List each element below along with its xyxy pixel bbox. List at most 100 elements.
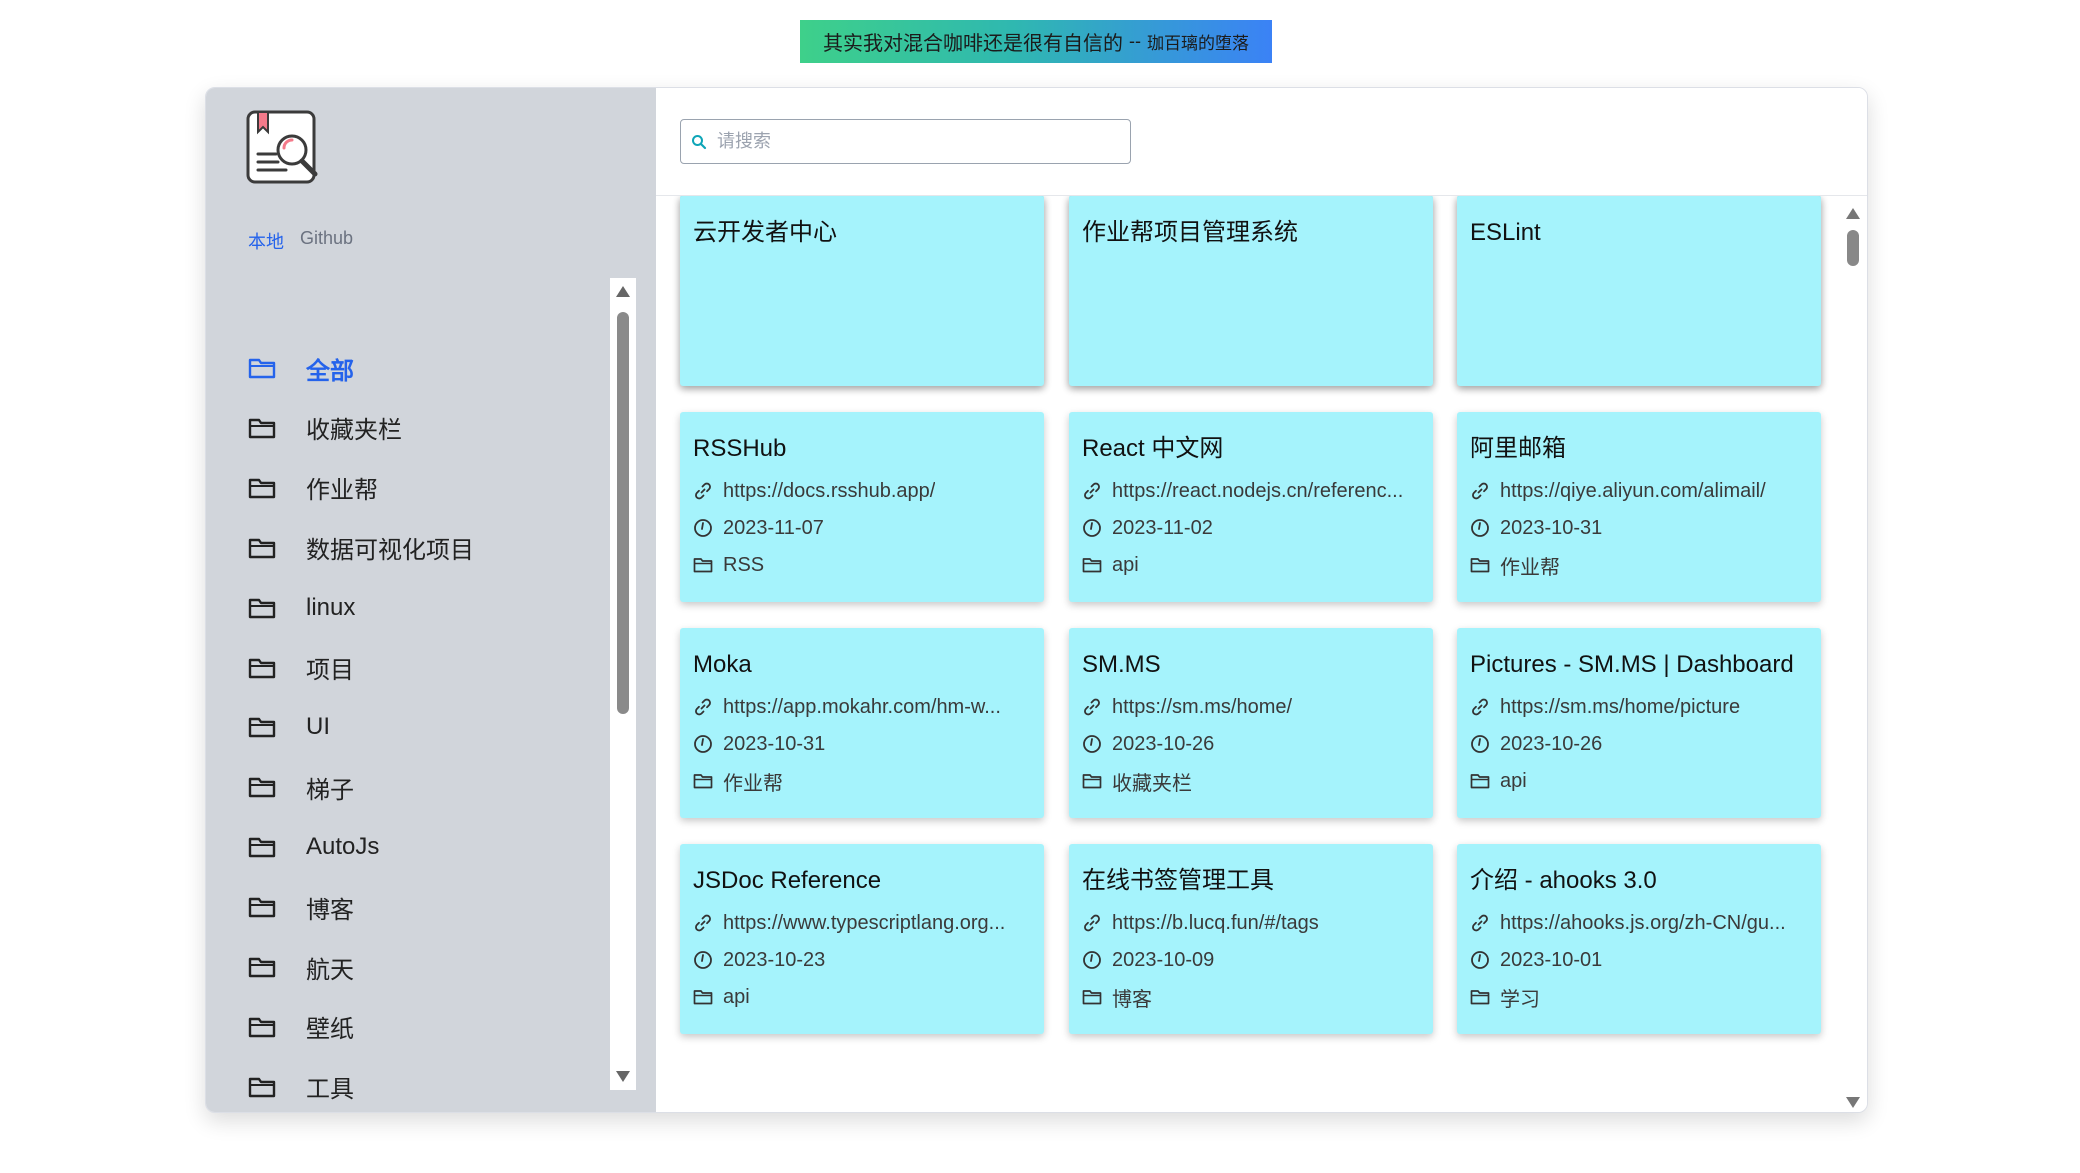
scrollbar-thumb[interactable]	[617, 312, 629, 714]
folder-label: 工具	[306, 1076, 354, 1104]
folder-icon	[1470, 555, 1500, 575]
folder-icon	[1470, 987, 1500, 1007]
search-bar[interactable]	[680, 119, 1131, 164]
card-folder: 作业帮	[1500, 556, 1560, 579]
card-date-row: 2023-11-02	[1082, 514, 1421, 542]
sidebar-folder-item[interactable]: 数据可视化项目	[248, 528, 474, 568]
card-folder-row: 博客	[1082, 983, 1421, 1011]
folder-list: 全部收藏夹栏作业帮数据可视化项目 linux 项目 UI 梯子 AutoJs 博客航天壁纸工…	[206, 276, 606, 1112]
scroll-down-arrow-icon[interactable]	[616, 1071, 630, 1082]
card-url[interactable]: https://b.lucq.fun/#/tags	[1112, 912, 1319, 935]
sidebar-folder-item[interactable]: 壁纸	[248, 1007, 354, 1047]
card-url[interactable]: https://ahooks.js.org/zh-CN/gu...	[1500, 912, 1786, 935]
card-url[interactable]: https://sm.ms/home/picture	[1500, 696, 1740, 719]
bookmark-card[interactable]: Moka https://app.mokahr.com/hm-w... 2023-1…	[680, 628, 1044, 818]
card-date-row: 2023-10-26	[1082, 730, 1421, 758]
bookmark-card[interactable]: 云开发者中心	[680, 196, 1044, 386]
card-folder-row: 学习	[1470, 983, 1809, 1011]
clock-icon	[693, 950, 723, 970]
folder-icon	[248, 476, 306, 500]
folder-icon	[693, 555, 723, 575]
folder-label: 项目	[306, 657, 354, 684]
folder-label: AutoJs	[306, 833, 380, 861]
search-input[interactable]	[715, 130, 1095, 153]
folder-icon	[248, 1015, 306, 1039]
card-date: 2023-11-07	[723, 516, 824, 539]
folder-label: linux	[306, 593, 356, 621]
sidebar-folder-item[interactable]: 收藏夹栏	[248, 408, 402, 448]
clock-icon	[1470, 518, 1500, 538]
tab-github[interactable]: Github	[300, 228, 353, 254]
sidebar: 本地 Github 全部收藏夹栏作业帮数据可视化项目 linux 项目 UI 梯子 Aut…	[206, 88, 656, 1112]
clock-icon	[1082, 950, 1112, 970]
card-date-row: 2023-10-26	[1470, 730, 1809, 758]
card-title: 阿里邮箱	[1470, 435, 1566, 462]
sidebar-folder-item[interactable]: 航天	[248, 947, 354, 987]
sidebar-folder-item[interactable]: 工具	[248, 1067, 354, 1107]
card-url-row: https://sm.ms/home/	[1082, 693, 1421, 721]
quote-banner: 其实我对混合咖啡还是很有自信的 -- 珈百璃的堕落	[800, 20, 1272, 63]
search-icon	[692, 134, 707, 149]
card-url[interactable]: https://qiye.aliyun.com/alimail/	[1500, 480, 1766, 503]
card-folder-row: RSS	[693, 551, 1032, 579]
card-date: 2023-11-02	[1112, 516, 1213, 539]
card-url[interactable]: https://docs.rsshub.app/	[723, 480, 935, 503]
sidebar-folder-item[interactable]: 作业帮	[248, 468, 378, 508]
card-date: 2023-10-01	[1500, 948, 1603, 971]
bookmark-card[interactable]: SM.MS https://sm.ms/home/2023-10-26 收藏夹栏	[1069, 628, 1433, 818]
folder-icon	[248, 596, 306, 620]
folder-label: 博客	[306, 896, 354, 924]
main-panel: JsonDiffPatchhttps://benjamine.github.io…	[656, 88, 1867, 1112]
scroll-down-arrow-icon[interactable]	[1846, 1097, 1860, 1108]
folder-label: 航天	[306, 956, 354, 984]
main-scrollbar[interactable]	[1842, 208, 1864, 1108]
clock-icon	[1082, 518, 1112, 538]
scroll-up-arrow-icon[interactable]	[1846, 208, 1860, 219]
scroll-up-arrow-icon[interactable]	[616, 286, 630, 297]
card-url-row: https://qiye.aliyun.com/alimail/	[1470, 477, 1809, 505]
card-folder-row: 收藏夹栏	[1082, 767, 1421, 795]
bookmark-card[interactable]: JSDoc Reference https://www.typescriptlan…	[680, 844, 1044, 1034]
sidebar-folder-item[interactable]: 项目	[248, 648, 354, 688]
folder-icon	[248, 1075, 306, 1099]
sidebar-folder-item[interactable]: 全部	[248, 348, 354, 388]
card-title: Pictures - SM.MS | Dashboard	[1470, 651, 1794, 678]
tab-local[interactable]: 本地	[248, 228, 284, 254]
link-icon	[1082, 697, 1112, 717]
card-url[interactable]: https://sm.ms/home/	[1112, 696, 1292, 719]
card-folder: api	[1112, 553, 1139, 576]
sidebar-folder-item[interactable]: AutoJs	[248, 827, 379, 867]
sidebar-folder-item[interactable]: UI	[248, 707, 330, 747]
bookmark-card[interactable]: ESLint	[1457, 196, 1821, 386]
sidebar-scrollbar[interactable]	[610, 278, 636, 1090]
card-title: 云开发者中心	[693, 219, 837, 246]
card-url[interactable]: https://www.typescriptlang.org...	[723, 912, 1005, 935]
card-title: 在线书签管理工具	[1082, 867, 1274, 894]
card-title: SM.MS	[1082, 651, 1161, 678]
sidebar-folder-item[interactable]: 博客	[248, 887, 354, 927]
card-date: 2023-10-23	[723, 948, 826, 971]
folder-icon	[693, 987, 723, 1007]
card-date-row: 2023-11-07	[693, 514, 1032, 542]
card-date: 2023-10-26	[1500, 732, 1603, 755]
bookmark-card[interactable]: Pictures - SM.MS | Dashboard https://sm.m…	[1457, 628, 1821, 818]
bookmark-card[interactable]: 在线书签管理工具 https://b.lucq.fun/#/tags 2023-10…	[1069, 844, 1433, 1034]
folder-icon	[248, 536, 306, 560]
card-url[interactable]: https://app.mokahr.com/hm-w...	[723, 696, 1001, 719]
bookmark-card[interactable]: 作业帮项目管理系统	[1069, 196, 1433, 386]
link-icon	[693, 481, 723, 501]
bookmark-card[interactable]: RSSHub https://docs.rsshub.app/2023-11-07…	[680, 412, 1044, 602]
scrollbar-thumb[interactable]	[1847, 230, 1859, 266]
card-folder: 收藏夹栏	[1112, 772, 1192, 795]
bookmark-card[interactable]: 介绍 - ahooks 3.0 https://ahooks.js.org/zh-…	[1457, 844, 1821, 1034]
bookmark-card[interactable]: 阿里邮箱 https://qiye.aliyun.com/alimail/2023…	[1457, 412, 1821, 602]
sidebar-folder-item[interactable]: linux	[248, 588, 355, 628]
folder-icon	[248, 656, 306, 680]
clock-icon	[693, 734, 723, 754]
link-icon	[1470, 913, 1500, 933]
quote-separator: --	[1129, 31, 1141, 51]
bookmark-card[interactable]: React 中文网 https://react.nodejs.cn/referen…	[1069, 412, 1433, 602]
sidebar-folder-item[interactable]: 梯子	[248, 767, 354, 807]
card-url[interactable]: https://react.nodejs.cn/referenc...	[1112, 480, 1403, 503]
link-icon	[1470, 481, 1500, 501]
